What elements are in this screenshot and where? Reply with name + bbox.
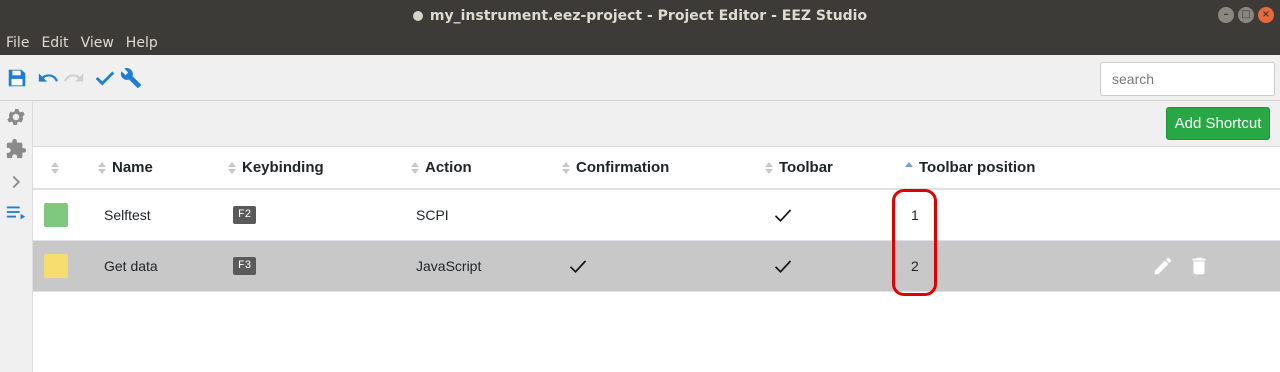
title-bar: my_instrument.eez-project - Project Edit… (0, 0, 1280, 31)
toolbar-check-icon (774, 209, 792, 223)
chevron-right-icon[interactable] (5, 171, 27, 193)
keybinding-badge: F3 (233, 257, 257, 275)
sort-icon (98, 161, 106, 174)
table-row[interactable]: Selftest F2 SCPI 1 (33, 190, 1280, 241)
sort-icon (411, 161, 419, 174)
wrench-icon[interactable] (120, 67, 142, 89)
redo-icon[interactable] (63, 67, 85, 89)
shortcut-name: Get data (104, 258, 158, 274)
row-actions (1152, 255, 1210, 277)
color-swatch (44, 254, 68, 278)
edit-pencil-icon[interactable] (1152, 255, 1174, 277)
column-header-color[interactable] (51, 147, 65, 188)
left-sidebar (0, 101, 33, 372)
sort-icon (51, 161, 59, 174)
window-title: my_instrument.eez-project - Project Edit… (429, 7, 868, 24)
column-header-toolbar-position[interactable]: Toolbar position (905, 147, 1035, 188)
gear-icon[interactable] (5, 106, 27, 128)
puzzle-icon[interactable] (5, 138, 27, 160)
table-header: Name Keybinding Action Confirmation Tool… (33, 147, 1280, 190)
menu-edit[interactable]: Edit (41, 35, 68, 51)
action-bar: Add Shortcut (33, 101, 1280, 147)
column-header-keybinding[interactable]: Keybinding (228, 147, 324, 188)
add-shortcut-button[interactable]: Add Shortcut (1166, 107, 1270, 140)
column-header-action[interactable]: Action (411, 147, 472, 188)
sort-icon (765, 161, 773, 174)
check-icon[interactable] (94, 67, 116, 89)
column-header-name[interactable]: Name (98, 147, 153, 188)
menu-bar: File Edit View Help (0, 31, 1280, 55)
toolbar (0, 55, 1280, 101)
shortcut-action: SCPI (416, 207, 449, 223)
table-row[interactable]: Get data F3 JavaScript 2 (33, 241, 1280, 292)
undo-icon[interactable] (37, 67, 59, 89)
window-controls: – □ × (1218, 7, 1274, 23)
sort-icon (562, 161, 570, 174)
search-input[interactable] (1100, 62, 1275, 96)
unsaved-dot-icon (412, 10, 423, 21)
shortcut-name: Selftest (104, 207, 151, 223)
confirmation-check-icon (569, 260, 587, 274)
close-button[interactable]: × (1258, 7, 1274, 23)
maximize-button[interactable]: □ (1238, 7, 1254, 23)
column-header-confirmation[interactable]: Confirmation (562, 147, 669, 188)
minimize-button[interactable]: – (1218, 7, 1234, 23)
menu-view[interactable]: View (81, 35, 114, 51)
shortcut-action: JavaScript (416, 258, 482, 274)
list-arrow-icon[interactable] (5, 201, 27, 223)
color-swatch (44, 203, 68, 227)
sort-ascending-icon (905, 161, 913, 174)
delete-trash-icon[interactable] (1188, 255, 1210, 277)
keybinding-badge: F2 (233, 206, 257, 224)
highlight-annotation (892, 189, 937, 296)
column-header-toolbar[interactable]: Toolbar (765, 147, 833, 188)
menu-file[interactable]: File (6, 35, 29, 51)
save-icon[interactable] (6, 67, 28, 89)
sort-icon (228, 161, 236, 174)
toolbar-check-icon (774, 260, 792, 274)
shortcuts-table: Name Keybinding Action Confirmation Tool… (33, 147, 1280, 292)
menu-help[interactable]: Help (126, 35, 158, 51)
